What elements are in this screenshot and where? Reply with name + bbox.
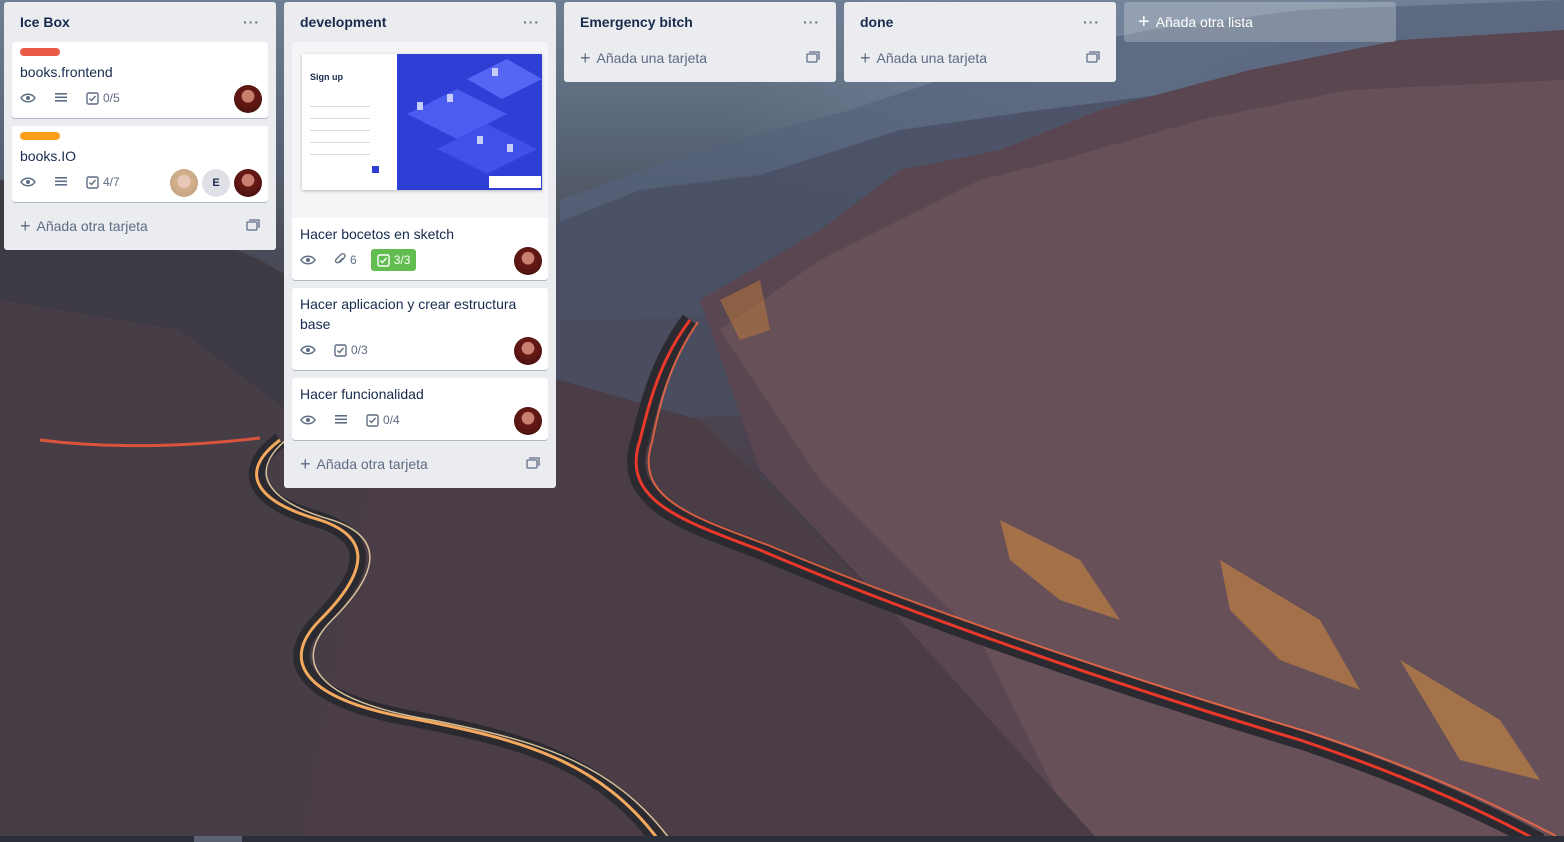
list-title[interactable]: development (300, 14, 386, 30)
card-template-icon[interactable] (806, 50, 820, 66)
plus-icon: + (300, 454, 311, 474)
card-members (510, 337, 542, 365)
card-badges: 0/3 (300, 334, 542, 366)
list-title[interactable]: Emergency bitch (580, 14, 693, 30)
add-card-label: Añada una tarjeta (876, 50, 988, 66)
list-title[interactable]: Ice Box (20, 14, 70, 30)
avatar[interactable] (514, 407, 542, 435)
eye-icon (300, 414, 320, 426)
card-label-red[interactable] (20, 48, 60, 56)
list-development: development ··· Sign up Hacer bocetos en… (284, 2, 556, 488)
eye-icon (20, 176, 40, 188)
add-card-button[interactable]: + Añada una tarjeta (572, 42, 828, 74)
card-badges: 0/4 (300, 404, 542, 436)
checklist-icon (86, 175, 99, 189)
card-template-icon[interactable] (526, 456, 540, 472)
avatar-initial[interactable]: E (202, 169, 230, 197)
checklist-badge: 4/7 (86, 175, 120, 189)
attachment-badge: 6 (334, 253, 357, 267)
checklist-icon (86, 91, 99, 105)
card-title: Hacer bocetos en sketch (300, 226, 455, 242)
list-ice-box: Ice Box ··· books.frontend 0/5 books.IO (4, 2, 276, 250)
checklist-badge: 0/3 (334, 343, 368, 357)
cover-form-panel: Sign up (302, 54, 397, 190)
card-title: books.frontend (20, 64, 113, 80)
card-members: E (166, 169, 262, 197)
list-menu-icon[interactable]: ··· (803, 15, 820, 29)
list-title[interactable]: done (860, 14, 893, 30)
eye-icon (300, 254, 320, 266)
card-title: books.IO (20, 148, 77, 164)
checklist-badge: 0/4 (366, 413, 400, 427)
plus-icon: + (580, 48, 591, 68)
plus-icon: + (860, 48, 871, 68)
card-members (230, 85, 262, 113)
card-hacer-bocetos[interactable]: Sign up Hacer bocetos en sketch 6 3/3 (292, 42, 548, 280)
card-badges: 4/7 E (20, 166, 262, 198)
description-icon (54, 92, 72, 104)
add-card-button[interactable]: + Añada otra tarjeta (292, 448, 548, 480)
checklist-icon (376, 253, 390, 267)
card-title: Hacer funcionalidad (300, 386, 424, 402)
list-done: done ··· + Añada una tarjeta (844, 2, 1116, 82)
cover-illustration (397, 54, 542, 190)
card-cover-image[interactable]: Sign up (292, 42, 548, 218)
scrollbar-thumb[interactable] (194, 836, 242, 842)
add-card-label: Añada otra tarjeta (316, 456, 428, 472)
eye-icon (300, 344, 320, 356)
add-list-button[interactable]: + Añada otra lista (1124, 2, 1396, 42)
card-label-orange[interactable] (20, 132, 60, 140)
description-icon (334, 414, 352, 426)
card-badges: 6 3/3 (300, 244, 542, 276)
add-card-button[interactable]: + Añada una tarjeta (852, 42, 1108, 74)
list-header: development ··· (292, 2, 548, 42)
add-card-label: Añada una tarjeta (596, 50, 708, 66)
card-members (510, 407, 542, 435)
card-books-io[interactable]: books.IO 4/7 E (12, 126, 268, 202)
avatar[interactable] (514, 247, 542, 275)
avatar[interactable] (234, 169, 262, 197)
checklist-count: 0/4 (383, 413, 400, 427)
checklist-count: 0/3 (351, 343, 368, 357)
list-menu-icon[interactable]: ··· (523, 15, 540, 29)
add-card-button[interactable]: + Añada otra tarjeta (12, 210, 268, 242)
checklist-icon (366, 413, 379, 427)
card-badges: 0/5 (20, 82, 262, 114)
add-list-label: Añada otra lista (1155, 14, 1253, 30)
card-template-icon[interactable] (1086, 50, 1100, 66)
avatar[interactable] (170, 169, 198, 197)
eye-icon (20, 92, 40, 104)
plus-icon: + (1138, 11, 1150, 33)
attachment-icon (334, 253, 346, 264)
description-icon (54, 176, 72, 188)
cover-preview: Sign up (302, 54, 542, 190)
list-header: Ice Box ··· (12, 2, 268, 42)
checklist-icon (334, 343, 347, 357)
card-hacer-funcionalidad[interactable]: Hacer funcionalidad 0/4 (292, 378, 548, 440)
avatar[interactable] (514, 337, 542, 365)
checklist-badge-complete: 3/3 (370, 249, 417, 271)
checklist-count: 0/5 (103, 91, 120, 105)
card-title: Hacer aplicacion y crear estructura base (300, 296, 517, 332)
add-card-label: Añada otra tarjeta (36, 218, 148, 234)
checklist-count: 4/7 (103, 175, 120, 189)
list-emergency-bitch: Emergency bitch ··· + Añada una tarjeta (564, 2, 836, 82)
card-books-frontend[interactable]: books.frontend 0/5 (12, 42, 268, 118)
checklist-count: 3/3 (393, 253, 411, 267)
list-header: Emergency bitch ··· (572, 2, 828, 42)
list-menu-icon[interactable]: ··· (1083, 15, 1100, 29)
card-hacer-aplicacion[interactable]: Hacer aplicacion y crear estructura base… (292, 288, 548, 370)
checklist-badge: 0/5 (86, 91, 120, 105)
cover-button (372, 166, 379, 173)
cover-title: Sign up (310, 72, 343, 82)
list-menu-icon[interactable]: ··· (243, 15, 260, 29)
attachment-count: 6 (350, 253, 357, 267)
card-members (510, 247, 542, 275)
plus-icon: + (20, 216, 31, 236)
avatar[interactable] (234, 85, 262, 113)
list-header: done ··· (852, 2, 1108, 42)
card-template-icon[interactable] (246, 218, 260, 234)
